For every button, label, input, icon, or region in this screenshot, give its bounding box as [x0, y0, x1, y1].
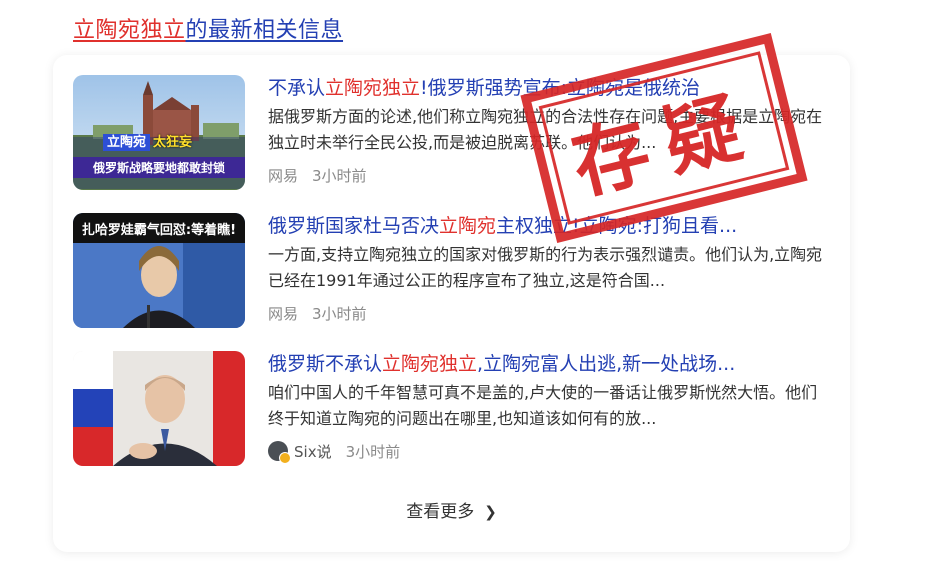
news-snippet: 咱们中国人的千年智慧可真不是盖的,卢大使的一番话让俄罗斯恍然大悟。他们终于知道立…: [268, 383, 818, 428]
view-more-label: 查看更多: [406, 502, 475, 522]
news-thumbnail-press-briefing[interactable]: 扎哈罗娃霸气回怼:等着瞧!: [73, 213, 245, 328]
news-headline-link[interactable]: 俄罗斯不承认立陶宛独立,立陶宛富人出逃,新一处战场...: [268, 351, 828, 377]
news-source[interactable]: 网易: [268, 165, 298, 186]
news-thumbnail-castle[interactable]: 立陶宛 太狂妄 俄罗斯战略要地都敢封锁: [73, 75, 245, 190]
news-card: 立陶宛 太狂妄 俄罗斯战略要地都敢封锁 不承认立陶宛独立!俄罗斯强势宣布:立陶宛是…: [53, 55, 850, 552]
news-content: 不承认立陶宛独立!俄罗斯强势宣布:立陶宛是俄统治 据俄罗斯方面的论述,他们称立陶…: [268, 75, 828, 186]
news-headline-link[interactable]: 俄罗斯国家杜马否决立陶宛主权独立!立陶宛:打狗且看...: [268, 213, 828, 239]
news-content: 俄罗斯不承认立陶宛独立,立陶宛富人出逃,新一处战场... 咱们中国人的千年智慧可…: [268, 351, 828, 464]
news-item[interactable]: 俄罗斯不承认立陶宛独立,立陶宛富人出逃,新一处战场... 咱们中国人的千年智慧可…: [73, 351, 833, 469]
news-time: 3小时前: [345, 442, 401, 461]
chevron-right-icon: ❯: [484, 503, 497, 521]
news-item[interactable]: 扎哈罗娃霸气回怼:等着瞧! 俄罗斯国家杜马否决立陶宛主权独立!立陶宛:打狗且看.…: [73, 213, 833, 331]
section-title-highlight: 立陶宛独立: [73, 18, 186, 43]
news-headline-link[interactable]: 不承认立陶宛独立!俄罗斯强势宣布:立陶宛是俄统治: [268, 75, 828, 101]
news-time: 3小时前: [312, 304, 367, 323]
verified-badge-icon: [279, 452, 291, 464]
news-source[interactable]: 网易: [268, 303, 298, 324]
news-content: 俄罗斯国家杜马否决立陶宛主权独立!立陶宛:打狗且看... 一方面,支持立陶宛独立…: [268, 213, 828, 324]
view-more-button[interactable]: 查看更多 ❯: [53, 497, 850, 522]
news-item[interactable]: 立陶宛 太狂妄 俄罗斯战略要地都敢封锁 不承认立陶宛独立!俄罗斯强势宣布:立陶宛是…: [73, 75, 833, 193]
news-snippet: 一方面,支持立陶宛独立的国家对俄罗斯的行为表示强烈谴责。他们认为,立陶宛已经在1…: [268, 245, 823, 290]
thumbnail-caption: 扎哈罗娃霸气回怼:等着瞧!: [81, 223, 237, 238]
news-source[interactable]: Six说: [294, 441, 332, 462]
thumbnail-caption-2: 俄罗斯战略要地都敢封锁: [73, 157, 245, 178]
section-title[interactable]: 立陶宛独立的最新相关信息: [73, 12, 343, 44]
thumbnail-caption: 立陶宛 太狂妄: [103, 131, 192, 151]
news-time: 3小时前: [312, 166, 367, 185]
news-meta: 网易 3小时前: [268, 164, 828, 186]
news-thumbnail-portrait[interactable]: [73, 351, 245, 466]
news-snippet: 据俄罗斯方面的论述,他们称立陶宛独立的合法性存在问题,主要根据是立陶宛在独立时未…: [268, 107, 823, 152]
news-meta: Six说 3小时前: [268, 440, 828, 464]
news-meta: 网易 3小时前: [268, 302, 828, 324]
section-title-rest: 的最新相关信息: [185, 18, 344, 43]
author-avatar[interactable]: [268, 441, 291, 464]
